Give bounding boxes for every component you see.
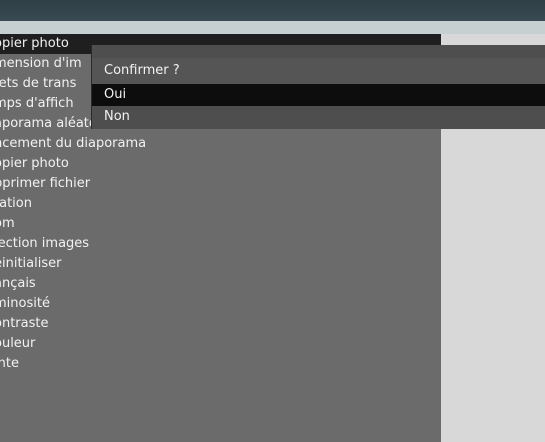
top-bar-separator bbox=[0, 21, 545, 34]
menu-item-contrast[interactable]: ontraste bbox=[0, 314, 441, 334]
menu-item-rotation[interactable]: tation bbox=[0, 194, 441, 214]
menu-item-reset[interactable]: einitialiser bbox=[0, 254, 441, 274]
menu-item-delete-file[interactable]: pprimer fichier bbox=[0, 174, 441, 194]
menu-item-start-slideshow[interactable]: ncement du diaporama bbox=[0, 134, 441, 154]
top-bar bbox=[0, 0, 545, 21]
menu-item-copy-photo-2[interactable]: opier photo bbox=[0, 154, 441, 174]
confirm-no-option[interactable]: Non bbox=[92, 106, 545, 128]
confirm-yes-option[interactable]: Oui bbox=[92, 84, 545, 106]
menu-item-language[interactable]: ançais bbox=[0, 274, 441, 294]
menu-item-select-images[interactable]: lection images bbox=[0, 234, 441, 254]
menu-item-brightness[interactable]: minosité bbox=[0, 294, 441, 314]
menu-item-color[interactable]: ouleur bbox=[0, 334, 441, 354]
menu-item-tint[interactable]: inte bbox=[0, 354, 441, 374]
menu-item-zoom[interactable]: om bbox=[0, 214, 441, 234]
confirm-dialog-title: Confirmer ? bbox=[92, 58, 545, 84]
confirm-dialog: Confirmer ? Oui Non bbox=[92, 45, 545, 129]
